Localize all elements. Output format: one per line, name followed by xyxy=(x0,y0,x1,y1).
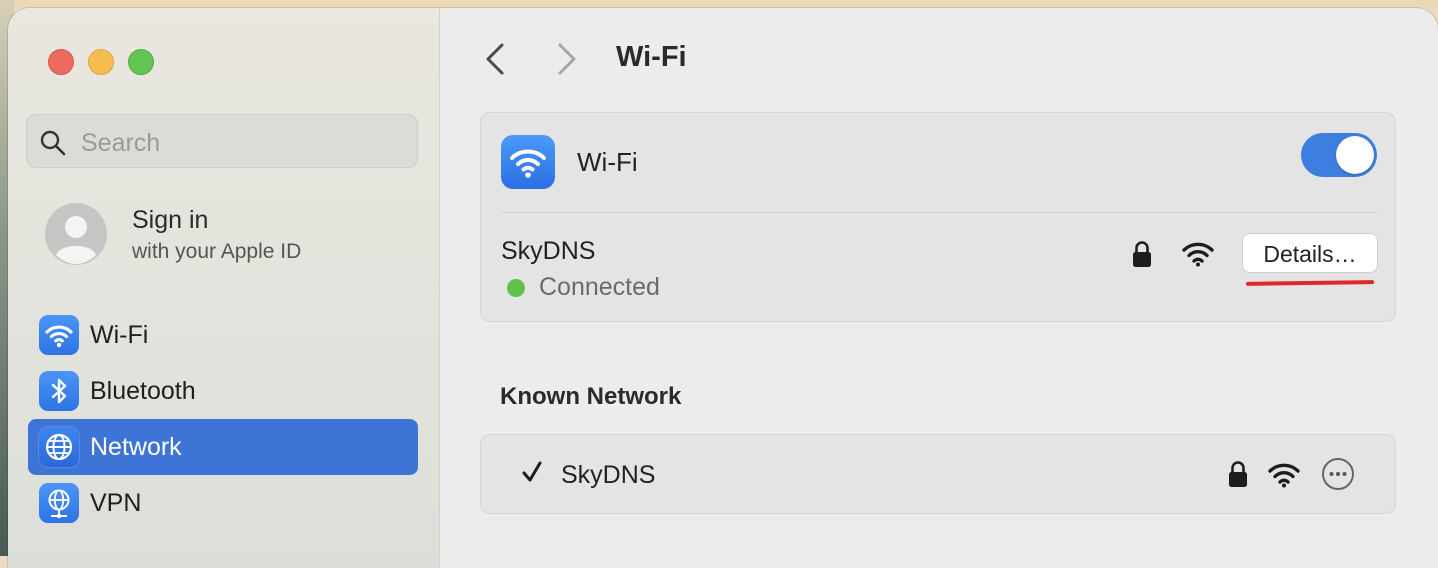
sidebar-item-wifi[interactable]: Wi-Fi xyxy=(28,307,418,363)
toggle-knob xyxy=(1336,136,1374,174)
wifi-card: Wi-Fi SkyDNS Connected Details… xyxy=(480,112,1396,322)
sidebar: Sign in with your Apple ID Wi-Fi Bluetoo… xyxy=(8,8,440,568)
wifi-signal-icon xyxy=(1182,242,1214,267)
forward-chevron-icon[interactable] xyxy=(552,40,582,78)
vpn-globe-icon xyxy=(39,483,79,523)
sidebar-item-label: Bluetooth xyxy=(90,377,196,405)
search-input[interactable] xyxy=(79,125,403,161)
sidebar-item-bluetooth[interactable]: Bluetooth xyxy=(28,363,418,419)
checkmark-icon xyxy=(522,461,542,482)
known-network-row[interactable]: SkyDNS xyxy=(480,434,1396,514)
back-chevron-icon[interactable] xyxy=(480,40,510,78)
desktop-background-top xyxy=(0,0,1438,8)
sidebar-item-label: Wi-Fi xyxy=(90,321,149,349)
sidebar-item-label: Network xyxy=(90,433,182,461)
apple-id-signin[interactable]: Sign in with your Apple ID xyxy=(44,202,424,272)
globe-icon xyxy=(39,427,79,467)
sidebar-item-vpn[interactable]: VPN xyxy=(28,475,418,531)
sidebar-item-label: VPN xyxy=(90,489,142,517)
known-network-name: SkyDNS xyxy=(561,461,656,489)
wifi-icon xyxy=(501,135,555,189)
minimize-window-button[interactable] xyxy=(88,49,114,75)
connection-status: Connected xyxy=(539,273,660,301)
wifi-toggle[interactable] xyxy=(1301,133,1377,177)
wifi-label: Wi-Fi xyxy=(577,147,638,177)
connected-network-name: SkyDNS xyxy=(501,237,596,265)
bluetooth-icon xyxy=(39,371,79,411)
main-content: Wi-Fi Wi-Fi SkyDNS Connected Details… Kn… xyxy=(440,8,1438,568)
page-title: Wi-Fi xyxy=(616,41,687,73)
lock-icon xyxy=(1133,241,1151,267)
known-network-heading: Known Network xyxy=(500,383,682,410)
wifi-signal-icon xyxy=(1268,463,1300,488)
search-field[interactable] xyxy=(26,114,418,168)
more-options-icon[interactable] xyxy=(1321,457,1355,491)
signin-title: Sign in xyxy=(132,206,209,234)
close-window-button[interactable] xyxy=(48,49,74,75)
divider xyxy=(501,212,1377,213)
lock-icon xyxy=(1229,461,1247,487)
details-button[interactable]: Details… xyxy=(1242,233,1378,273)
search-icon xyxy=(40,130,66,156)
system-settings-window: Sign in with your Apple ID Wi-Fi Bluetoo… xyxy=(8,8,1438,568)
status-dot xyxy=(507,279,525,297)
red-underline-annotation xyxy=(1245,280,1375,286)
sidebar-item-network[interactable]: Network xyxy=(28,419,418,475)
wifi-icon xyxy=(39,315,79,355)
avatar-icon xyxy=(45,203,107,265)
zoom-window-button[interactable] xyxy=(128,49,154,75)
signin-subtitle: with your Apple ID xyxy=(132,240,302,263)
